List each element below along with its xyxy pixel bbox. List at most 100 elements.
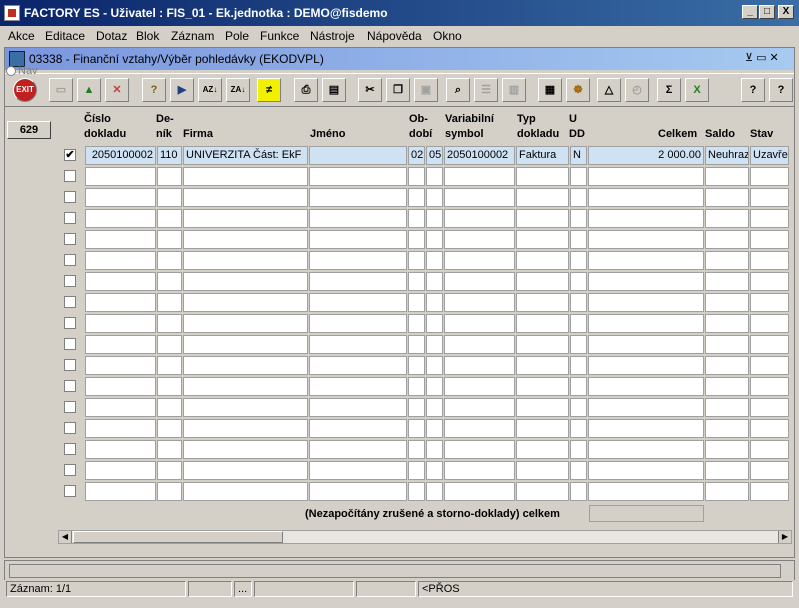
minimize-button[interactable]: _ xyxy=(742,5,758,19)
table-cell[interactable] xyxy=(309,398,407,417)
cell-firma[interactable]: UNIVERZITA Část: EkF xyxy=(183,146,308,165)
paste-icon[interactable]: ▣ xyxy=(414,78,438,102)
table-cell[interactable] xyxy=(588,167,704,186)
table-cell[interactable] xyxy=(750,272,789,291)
table-cell[interactable] xyxy=(426,230,443,249)
table-cell[interactable] xyxy=(444,482,515,501)
table-row[interactable] xyxy=(60,187,789,208)
table-cell[interactable] xyxy=(426,209,443,228)
close-button[interactable]: X xyxy=(778,5,794,19)
table-cell[interactable] xyxy=(85,272,156,291)
table-cell[interactable] xyxy=(588,314,704,333)
table-cell[interactable] xyxy=(570,230,587,249)
table-cell[interactable] xyxy=(516,230,569,249)
menu-funkce[interactable]: Funkce xyxy=(260,29,299,43)
table-cell[interactable] xyxy=(85,293,156,312)
table-cell[interactable] xyxy=(408,419,425,438)
table-cell[interactable] xyxy=(408,482,425,501)
table-cell[interactable] xyxy=(705,440,749,459)
table-cell[interactable] xyxy=(570,482,587,501)
delete-record-icon[interactable]: ✕ xyxy=(105,78,129,102)
table-cell[interactable] xyxy=(750,230,789,249)
table-cell[interactable] xyxy=(444,419,515,438)
table-cell[interactable] xyxy=(444,314,515,333)
cell-jmeno[interactable] xyxy=(309,146,407,165)
table-cell[interactable] xyxy=(588,230,704,249)
table-cell[interactable] xyxy=(183,209,308,228)
table-cell[interactable] xyxy=(183,419,308,438)
table-cell[interactable] xyxy=(588,398,704,417)
table-cell[interactable] xyxy=(309,482,407,501)
table-cell[interactable] xyxy=(309,167,407,186)
table-cell[interactable] xyxy=(426,335,443,354)
cell-cislo-dokladu[interactable]: 2050100002 xyxy=(85,146,156,165)
table-cell[interactable] xyxy=(588,335,704,354)
table-cell[interactable] xyxy=(444,398,515,417)
scroll-left-icon[interactable]: ◀ xyxy=(59,531,72,543)
table-cell[interactable] xyxy=(588,377,704,396)
row-checkbox[interactable] xyxy=(64,401,76,413)
table-cell[interactable] xyxy=(570,209,587,228)
cell-stav[interactable]: Uzavřen xyxy=(750,146,789,165)
table-cell[interactable] xyxy=(588,188,704,207)
list-icon[interactable]: ☰ xyxy=(474,78,498,102)
level-icon[interactable]: △ xyxy=(597,78,621,102)
table-cell[interactable] xyxy=(426,419,443,438)
table-cell[interactable] xyxy=(408,377,425,396)
table-cell[interactable] xyxy=(444,461,515,480)
table-cell[interactable] xyxy=(157,167,182,186)
row-checkbox[interactable] xyxy=(64,464,76,476)
table-cell[interactable] xyxy=(408,356,425,375)
cell-saldo[interactable]: Neuhraz xyxy=(705,146,749,165)
calculator-icon[interactable]: ▦ xyxy=(538,78,562,102)
table-row[interactable] xyxy=(60,166,789,187)
table-row[interactable] xyxy=(60,481,789,502)
table-cell[interactable] xyxy=(516,314,569,333)
excel-icon[interactable]: X xyxy=(685,78,709,102)
table-cell[interactable] xyxy=(157,209,182,228)
table-row[interactable] xyxy=(60,460,789,481)
table-cell[interactable] xyxy=(750,167,789,186)
table-row[interactable] xyxy=(60,208,789,229)
nav-radio[interactable]: Nav xyxy=(6,65,38,77)
table-cell[interactable] xyxy=(705,335,749,354)
row-checkbox[interactable] xyxy=(64,212,76,224)
help-icon[interactable]: ? xyxy=(741,78,765,102)
menu-zaznam[interactable]: Záznam xyxy=(171,29,214,43)
table-cell[interactable] xyxy=(444,272,515,291)
scroll-right-icon[interactable]: ▶ xyxy=(778,531,791,543)
table-cell[interactable] xyxy=(157,461,182,480)
context-help-icon[interactable]: ? xyxy=(769,78,793,102)
table-cell[interactable] xyxy=(309,419,407,438)
table-cell[interactable] xyxy=(426,188,443,207)
table-cell[interactable] xyxy=(444,167,515,186)
table-cell[interactable] xyxy=(85,482,156,501)
table-cell[interactable] xyxy=(516,461,569,480)
cell-celkem[interactable]: 2 000.00 xyxy=(588,146,704,165)
table-cell[interactable] xyxy=(570,377,587,396)
table-cell[interactable] xyxy=(588,482,704,501)
table-cell[interactable] xyxy=(444,188,515,207)
cell-obdobi-year[interactable]: 05 xyxy=(426,146,443,165)
table-cell[interactable] xyxy=(705,209,749,228)
row-checkbox[interactable] xyxy=(64,380,76,392)
table-cell[interactable] xyxy=(408,314,425,333)
table-cell[interactable] xyxy=(157,188,182,207)
table-cell[interactable] xyxy=(85,230,156,249)
table-cell[interactable] xyxy=(570,188,587,207)
table-cell[interactable] xyxy=(309,293,407,312)
execute-query-icon[interactable]: ▶ xyxy=(170,78,194,102)
table-cell[interactable] xyxy=(516,167,569,186)
table-cell[interactable] xyxy=(705,419,749,438)
table-cell[interactable] xyxy=(570,167,587,186)
table-cell[interactable] xyxy=(309,272,407,291)
table-cell[interactable] xyxy=(426,377,443,396)
table-row[interactable] xyxy=(60,376,789,397)
table-cell[interactable] xyxy=(85,419,156,438)
table-cell[interactable] xyxy=(183,440,308,459)
table-cell[interactable] xyxy=(309,314,407,333)
table-row[interactable] xyxy=(60,334,789,355)
table-cell[interactable] xyxy=(588,356,704,375)
sort-descending-icon[interactable]: ZA↓ xyxy=(226,78,250,102)
table-cell[interactable] xyxy=(157,230,182,249)
